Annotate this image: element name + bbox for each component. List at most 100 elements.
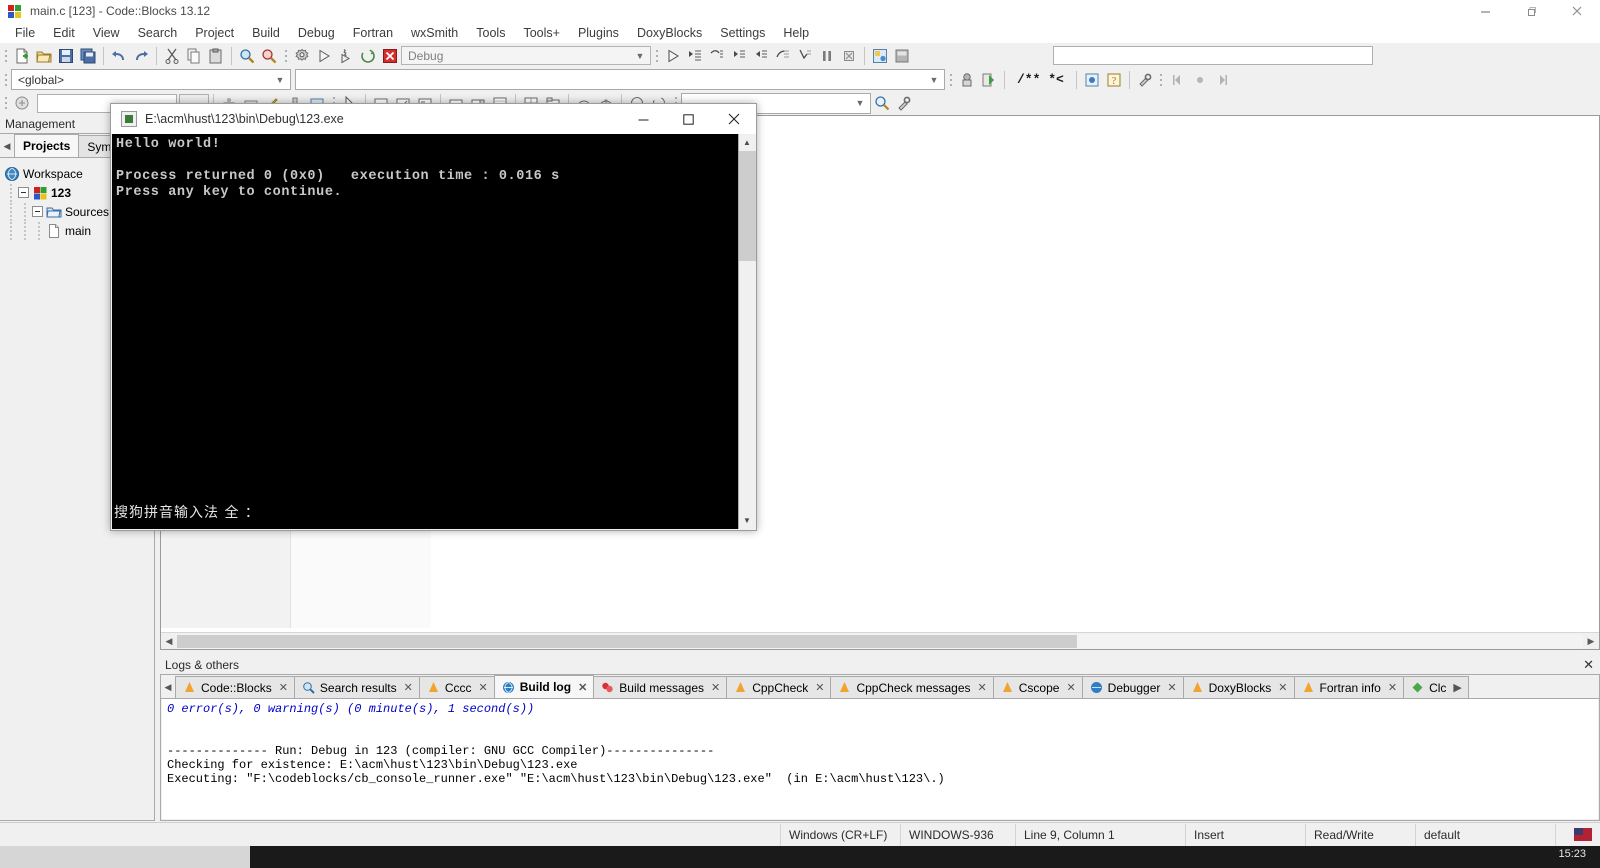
menu-wxsmith[interactable]: wxSmith (402, 24, 467, 42)
console-output[interactable]: Hello world! Process returned 0 (0x0) ex… (112, 134, 738, 529)
symbol-combo[interactable]: ▼ (295, 69, 945, 90)
doxyblocks-comment-label[interactable]: /** *< (1009, 72, 1072, 87)
doxyblocks-extract-icon[interactable] (956, 69, 978, 91)
menu-build[interactable]: Build (243, 24, 289, 42)
chevron-down-icon[interactable]: ▼ (926, 75, 942, 85)
chevron-down-icon[interactable]: ▼ (272, 75, 288, 85)
toolbar-grip[interactable] (653, 46, 660, 66)
console-minimize-button[interactable] (621, 104, 666, 134)
menu-view[interactable]: View (84, 24, 129, 42)
logtab-search-results[interactable]: Search results ✕ (293, 676, 420, 698)
menu-edit[interactable]: Edit (44, 24, 84, 42)
hscroll-track[interactable] (177, 633, 1583, 649)
vscroll-thumb[interactable] (739, 151, 756, 261)
menu-plugins[interactable]: Plugins (569, 24, 628, 42)
toolbar-grip[interactable] (282, 46, 289, 66)
save-all-icon[interactable] (77, 45, 99, 67)
next-instruction-icon[interactable] (772, 45, 794, 67)
logtab-cppcheck-messages[interactable]: CppCheck messages ✕ (830, 676, 994, 698)
menu-search[interactable]: Search (129, 24, 187, 42)
toolbar-grip[interactable] (2, 46, 9, 66)
rebuild-icon[interactable] (357, 45, 379, 67)
nav-here-icon[interactable] (1189, 69, 1211, 91)
find-icon[interactable] (236, 45, 258, 67)
scroll-left-icon[interactable]: ◀ (161, 634, 177, 649)
save-icon[interactable] (55, 45, 77, 67)
break-debugger-icon[interactable] (816, 45, 838, 67)
logtab-close-icon[interactable]: ✕ (479, 681, 488, 694)
logtab-doxyblocks[interactable]: DoxyBlocks ✕ (1182, 676, 1295, 698)
search-go-icon[interactable] (871, 92, 893, 114)
editor-horizontal-scrollbar[interactable]: ◀ ▶ (161, 632, 1599, 649)
logs-close-icon[interactable]: ✕ (1583, 657, 1594, 673)
various-info-icon[interactable] (891, 45, 913, 67)
chevron-down-icon[interactable]: ▼ (852, 98, 868, 108)
replace-icon[interactable] (258, 45, 280, 67)
hscroll-thumb[interactable] (177, 634, 1077, 648)
logtab-cppcheck[interactable]: CppCheck ✕ (726, 676, 832, 698)
close-button[interactable] (1554, 0, 1600, 22)
copy-icon[interactable] (183, 45, 205, 67)
logtab-scroll-right-icon[interactable]: ▶ (1453, 681, 1461, 694)
build-log-output[interactable]: 0 error(s), 0 warning(s) (0 minute(s), 1… (162, 699, 1598, 819)
search-options-icon[interactable] (893, 92, 915, 114)
debugging-windows-icon[interactable] (869, 45, 891, 67)
menu-project[interactable]: Project (186, 24, 243, 42)
expander-icon[interactable] (18, 187, 29, 198)
scroll-up-icon[interactable]: ▲ (739, 134, 755, 151)
step-into-instruction-icon[interactable] (794, 45, 816, 67)
logtab-close-icon[interactable]: ✕ (978, 681, 987, 694)
scroll-down-icon[interactable]: ▼ (739, 512, 755, 529)
build-and-run-icon[interactable] (335, 45, 357, 67)
step-out-icon[interactable] (750, 45, 772, 67)
logtab-scroll-left-icon[interactable]: ◀ (161, 676, 175, 698)
paste-icon[interactable] (205, 45, 227, 67)
menu-debug[interactable]: Debug (289, 24, 344, 42)
step-into-icon[interactable] (728, 45, 750, 67)
logtab-fortran-info[interactable]: Fortran info ✕ (1293, 676, 1405, 698)
run-icon[interactable] (313, 45, 335, 67)
console-vertical-scrollbar[interactable]: ▲ ▼ (738, 134, 756, 529)
nav-back-icon[interactable] (1167, 69, 1189, 91)
logtab-close-icon[interactable]: ✕ (815, 681, 824, 694)
maximize-button[interactable] (1508, 0, 1554, 22)
nav-forward-icon[interactable] (1211, 69, 1233, 91)
logtab-close-icon[interactable]: ✕ (1278, 681, 1287, 694)
stop-debugger-icon[interactable] (838, 45, 860, 67)
tab-projects[interactable]: Projects (14, 134, 80, 157)
logtab-close-icon[interactable]: ✕ (578, 681, 587, 694)
vscroll-track[interactable] (739, 151, 756, 512)
console-close-button[interactable] (711, 104, 756, 134)
expander-icon[interactable] (32, 206, 43, 217)
logtab-build-messages[interactable]: Build messages ✕ (593, 676, 728, 698)
logtab-close-icon[interactable]: ✕ (1167, 681, 1176, 694)
doxyblocks-config-icon[interactable] (1134, 69, 1156, 91)
scroll-right-icon[interactable]: ▶ (1583, 634, 1599, 649)
scope-combo[interactable]: <global> ▼ (11, 69, 291, 90)
logtab-codeblocks[interactable]: Code::Blocks ✕ (175, 676, 295, 698)
menu-tools-plus[interactable]: Tools+ (514, 24, 568, 42)
debug-continue-icon[interactable] (662, 45, 684, 67)
menu-fortran[interactable]: Fortran (344, 24, 402, 42)
doxyblocks-run-icon[interactable] (978, 69, 1000, 91)
logtab-close-icon[interactable]: ✕ (1388, 681, 1397, 694)
abort-icon[interactable] (379, 45, 401, 67)
toolbar-grip[interactable] (2, 70, 9, 90)
run-to-cursor-icon[interactable] (684, 45, 706, 67)
menu-help[interactable]: Help (774, 24, 818, 42)
console-titlebar[interactable]: E:\acm\hust\123\bin\Debug\123.exe (111, 104, 756, 134)
logtab-clc[interactable]: Clc ▶ (1403, 676, 1469, 698)
cscope-search-icon[interactable] (11, 92, 33, 114)
cut-icon[interactable] (161, 45, 183, 67)
menu-file[interactable]: File (6, 24, 44, 42)
menu-doxyblocks[interactable]: DoxyBlocks (628, 24, 711, 42)
logtab-close-icon[interactable]: ✕ (279, 681, 288, 694)
console-body[interactable]: Hello world! Process returned 0 (0x0) ex… (112, 134, 756, 529)
status-language-indicator[interactable] (1555, 823, 1600, 846)
menu-settings[interactable]: Settings (711, 24, 774, 42)
toolbar-grip[interactable] (2, 93, 9, 113)
tab-scroll-left-icon[interactable]: ◀ (0, 135, 14, 157)
build-target-combo[interactable]: Debug ▼ (401, 46, 651, 65)
logtab-debugger[interactable]: Debugger ✕ (1081, 676, 1184, 698)
redo-icon[interactable] (130, 45, 152, 67)
